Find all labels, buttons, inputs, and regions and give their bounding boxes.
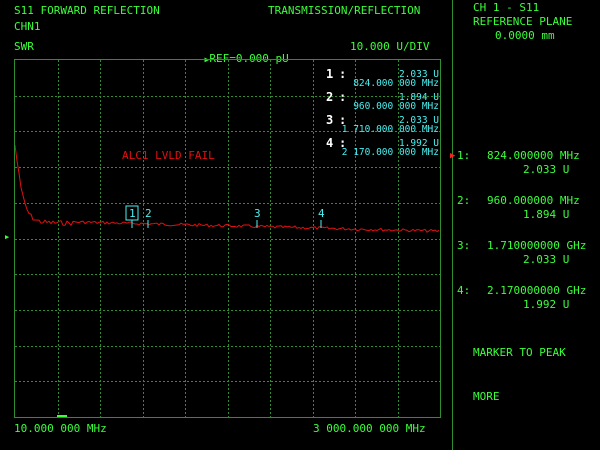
measurement-title: S11 FORWARD REFLECTION	[14, 4, 160, 17]
softkey-marker-freq[interactable]: 2.170000000 GHz	[487, 285, 600, 297]
softkey-panel: CH 1 - S11 REFERENCE PLANE 0.0000 mm ▶ 1:…	[450, 0, 600, 450]
trace-marker: 3	[254, 207, 261, 228]
softkey-marker-value: 2.033 U	[523, 253, 570, 266]
mode-title: TRANSMISSION/REFLECTION	[268, 4, 421, 17]
softkey-title-ref-plane: REFERENCE PLANE	[473, 15, 573, 28]
softkey-marker-label: 2:	[457, 194, 471, 207]
alc-error-message: ALC1 LVLD FAIL	[122, 149, 215, 162]
marker-readout-freq: 1 710.000 000 MHz	[341, 124, 439, 135]
start-frequency: 10.000 000 MHz	[14, 422, 107, 435]
softkey-marker-freq[interactable]: 1.710000000 GHz	[487, 240, 600, 252]
gridlines	[15, 60, 440, 417]
reference-position-icon: ▶	[5, 233, 10, 241]
softkey-marker-label: 3:	[457, 239, 471, 252]
trace-marker-label: 1	[129, 207, 136, 220]
channel-label: CHN1	[14, 20, 41, 33]
trace-marker: 2	[145, 207, 152, 228]
trace-marker: 1	[125, 205, 139, 228]
softkey-title-ref-value: 0.0000 mm	[495, 29, 555, 42]
softkey-marker-label: 1:	[457, 149, 471, 162]
softkey-marker-value: 1.894 U	[523, 208, 570, 221]
softkey-marker-freq[interactable]: 824.000000 MHz	[487, 150, 600, 162]
softkey-marker-value: 1.992 U	[523, 298, 570, 311]
marker-readout-freq: 2 170.000 000 MHz	[341, 147, 439, 158]
format-label: SWR	[14, 40, 34, 53]
trace-marker: 4	[318, 207, 325, 228]
softkey-title-channel: CH 1 - S11	[473, 1, 540, 14]
trace-plot: 12 3 4	[15, 60, 440, 417]
active-marker-arrow-icon: ▶	[450, 151, 456, 161]
vna-display: S11 FORWARD REFLECTION TRANSMISSION/REFL…	[0, 0, 449, 450]
marker-to-peak-softkey[interactable]: MARKER TO PEAK	[473, 347, 566, 359]
more-softkey[interactable]: MORE	[473, 391, 500, 403]
softkey-marker-freq[interactable]: 960.000000 MHz	[487, 195, 600, 207]
marker-readout-freq: 960.000 000 MHz	[353, 101, 439, 112]
stop-frequency: 3 000.000 000 MHz	[313, 422, 426, 435]
s11-trace	[15, 144, 440, 233]
softkey-marker-value: 2.033 U	[523, 163, 570, 176]
sweep-position-indicator	[57, 415, 67, 417]
softkey-marker-label: 4:	[457, 284, 471, 297]
marker-readout-freq: 824.000 000 MHz	[353, 78, 439, 89]
trace-marker-label: 2	[145, 207, 152, 220]
trace-marker-label: 3	[254, 207, 261, 220]
trace-marker-label: 4	[318, 207, 325, 220]
scale-label: 10.000 U/DIV	[350, 40, 430, 53]
graticule[interactable]: 1234 ALC1 LVLD FAIL 1:2.033 U 824.000 000…	[14, 59, 441, 418]
